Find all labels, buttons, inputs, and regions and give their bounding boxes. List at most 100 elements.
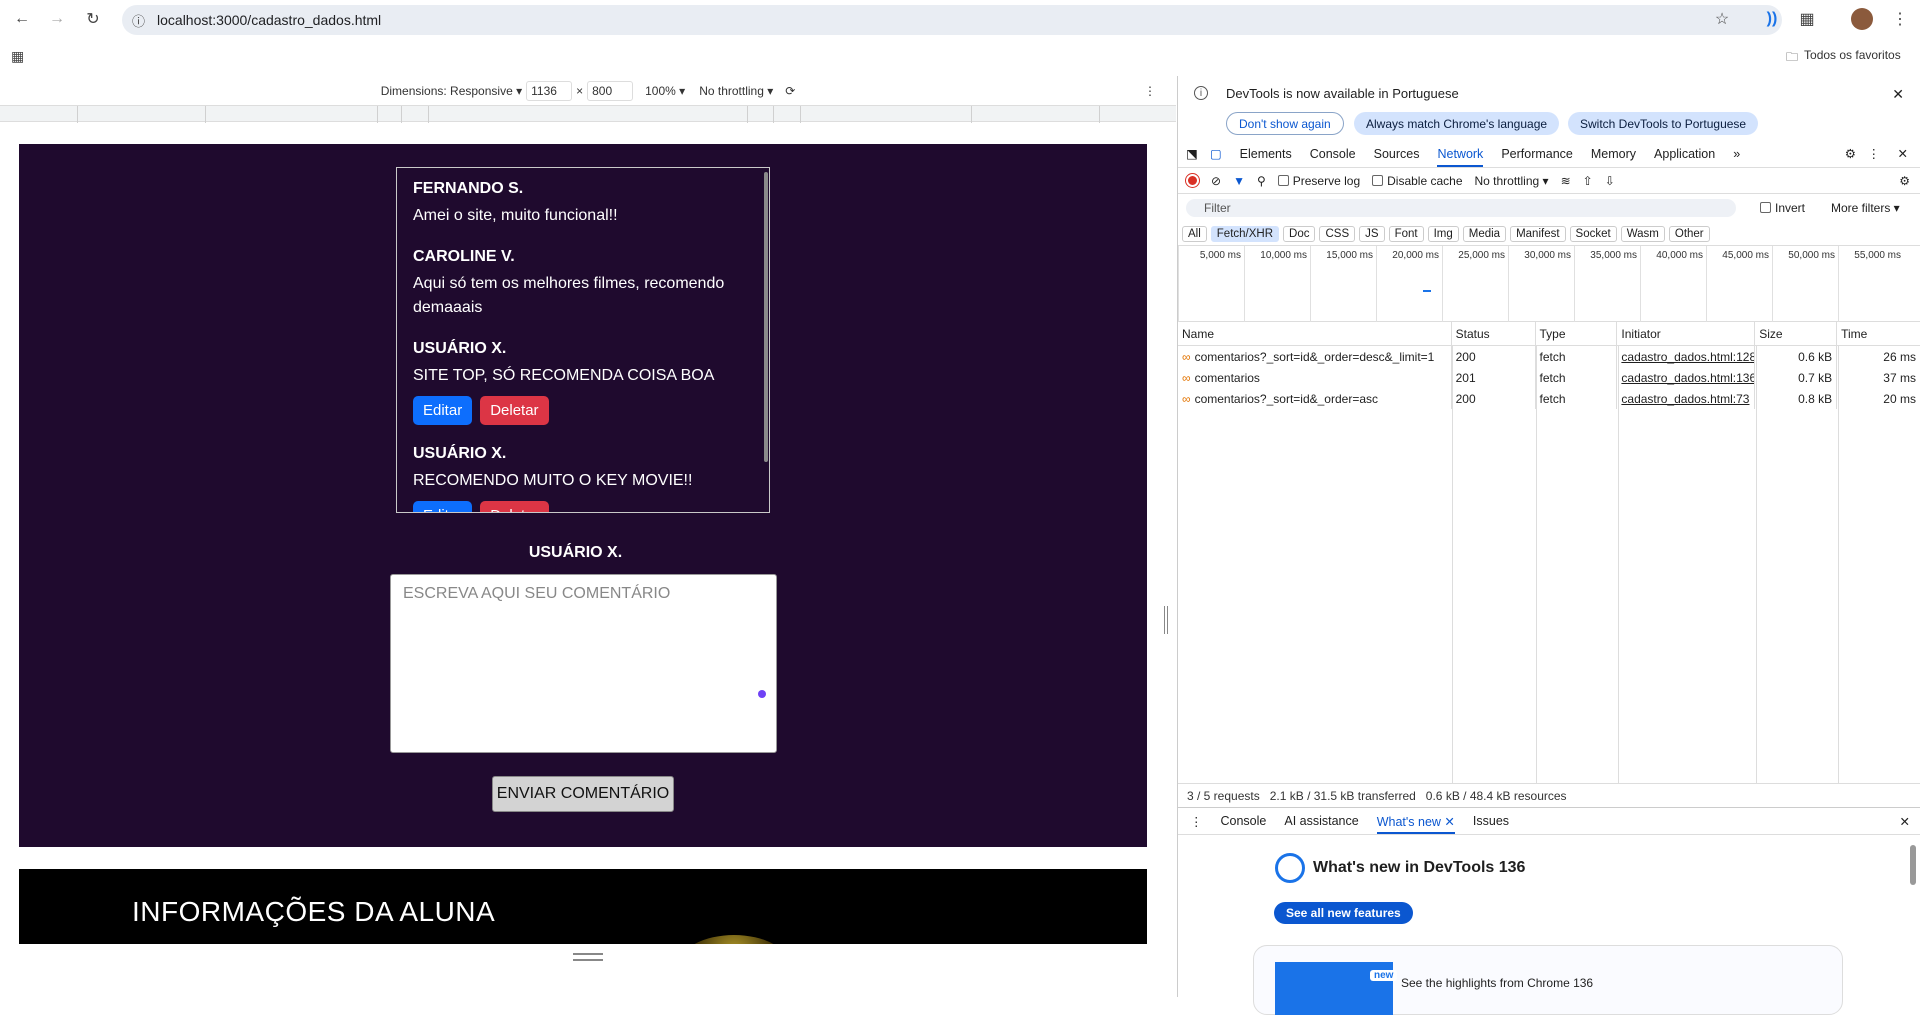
invert-checkbox[interactable]: Invert — [1760, 201, 1805, 215]
back-icon[interactable]: ← — [8, 5, 36, 33]
initiator-link[interactable]: cadastro_dados.html:128 — [1621, 350, 1754, 364]
comments-list[interactable]: FERNANDO S. Amei o site, muito funcional… — [396, 167, 770, 513]
tab-network[interactable]: Network — [1437, 147, 1484, 167]
type-filter-doc[interactable]: Doc — [1283, 225, 1316, 242]
throttle-select[interactable]: No throttling ▾ — [699, 84, 773, 98]
drawer-tab-ai[interactable]: AI assistance — [1284, 814, 1358, 828]
export-icon[interactable]: ⇩ — [1605, 174, 1615, 188]
menu-icon[interactable]: ⋮ — [1886, 5, 1914, 33]
height-input[interactable]: 800 — [587, 80, 634, 101]
see-all-features-button[interactable]: See all new features — [1274, 902, 1413, 924]
drawer-tab-whats-new[interactable]: What's new ✕ — [1376, 814, 1455, 834]
record-icon[interactable] — [1186, 174, 1199, 187]
all-bookmarks[interactable]: 🗀 Todos os favoritos — [1786, 48, 1901, 69]
col-time[interactable]: Time — [1837, 322, 1920, 345]
devtools-menu-icon[interactable]: ⋮ — [1868, 146, 1881, 161]
forward-icon[interactable]: → — [43, 5, 71, 33]
resize-handle[interactable] — [573, 953, 603, 961]
close-drawer-icon[interactable]: ✕ — [1900, 814, 1910, 829]
address-bar[interactable]: ⓘ localhost:3000/cadastro_dados.html — [122, 5, 1782, 35]
col-size[interactable]: Size — [1755, 322, 1838, 345]
col-status[interactable]: Status — [1452, 322, 1536, 345]
type-filter-other[interactable]: Other — [1668, 225, 1710, 242]
type-filter-all[interactable]: All — [1182, 225, 1207, 242]
avatar[interactable] — [1848, 5, 1876, 33]
comment-textarea[interactable]: ESCREVA AQUI SEU COMENTÁRIO — [390, 574, 777, 753]
zoom-select[interactable]: 100% ▾ — [645, 84, 685, 98]
table-row[interactable]: ∞ comentarios?_sort=id&_order=desc&_limit… — [1178, 346, 1920, 367]
col-initiator[interactable]: Initiator — [1617, 322, 1756, 345]
dimensions-select[interactable]: Dimensions: Responsive ▾ — [381, 84, 522, 98]
tab-application[interactable]: Application — [1654, 147, 1715, 161]
device-mode-icon[interactable]: ▢ — [1210, 146, 1222, 161]
rotate-icon[interactable]: ⟳ — [785, 84, 795, 98]
tab-sources[interactable]: Sources — [1374, 147, 1420, 161]
side-resize-handle[interactable] — [1164, 606, 1168, 634]
drawer-menu-icon[interactable]: ⋮ — [1190, 814, 1203, 829]
more-filters[interactable]: More filters ▾ — [1831, 201, 1900, 215]
type-filter-wasm[interactable]: Wasm — [1620, 225, 1665, 242]
import-icon[interactable]: ⇧ — [1583, 174, 1593, 188]
more-tabs-icon[interactable]: » — [1733, 147, 1740, 161]
delete-button[interactable]: Deletar — [480, 501, 549, 512]
send-comment-button[interactable]: ENVIAR COMENTÁRIO — [492, 776, 674, 812]
disable-cache-checkbox[interactable]: Disable cache — [1372, 174, 1463, 188]
close-icon[interactable]: ✕ — [1892, 86, 1904, 103]
table-row[interactable]: ∞ comentarios?_sort=id&_order=asc 200 fet… — [1178, 388, 1920, 409]
device-more-icon[interactable]: ⋮ — [1144, 84, 1156, 98]
type-filter-img[interactable]: Img — [1427, 225, 1459, 242]
network-conditions-icon[interactable]: ≋ — [1561, 174, 1571, 188]
col-type[interactable]: Type — [1536, 322, 1618, 345]
edit-button[interactable]: Editar — [413, 396, 473, 425]
network-settings-icon[interactable]: ⚙ — [1899, 174, 1910, 188]
network-overview[interactable]: 5,000 ms 10,000 ms 15,000 ms 20,000 ms 2… — [1178, 246, 1920, 322]
tab-elements[interactable]: Elements — [1240, 147, 1292, 161]
filter-input[interactable]: Filter — [1186, 199, 1736, 217]
width-input[interactable]: 1136 — [526, 80, 573, 101]
tab-console[interactable]: Console — [1310, 147, 1356, 161]
cast-icon[interactable]: )) — [1758, 5, 1786, 33]
preserve-log-checkbox[interactable]: Preserve log — [1277, 174, 1360, 188]
dont-show-button[interactable]: Don't show again — [1226, 112, 1344, 135]
switch-language-button[interactable]: Switch DevTools to Portuguese — [1568, 112, 1759, 135]
filter-icon[interactable]: ▼ — [1233, 174, 1245, 188]
col-name[interactable]: Name — [1178, 322, 1452, 345]
drawer-tab-issues[interactable]: Issues — [1473, 814, 1509, 828]
site-info-icon[interactable]: ⓘ — [132, 11, 145, 30]
type-filter-font[interactable]: Font — [1388, 225, 1424, 242]
network-throttle-select[interactable]: No throttling ▾ — [1475, 174, 1549, 188]
resources-size: 0.6 kB / 48.4 kB resources — [1425, 788, 1567, 803]
whats-new-title: What's new in DevTools 136 — [1313, 859, 1526, 876]
comments-scrollbar[interactable] — [764, 172, 768, 462]
comment-author: CAROLINE V. — [413, 248, 515, 265]
transferred-size: 2.1 kB / 31.5 kB transferred — [1269, 788, 1416, 803]
type-filter-socket[interactable]: Socket — [1569, 225, 1617, 242]
type-filter-css[interactable]: CSS — [1319, 225, 1356, 242]
close-devtools-icon[interactable]: ✕ — [1898, 146, 1908, 161]
comment-item: FERNANDO S. Amei o site, muito funcional… — [413, 180, 753, 228]
initiator-link[interactable]: cadastro_dados.html:136 — [1621, 371, 1754, 385]
language-banner: i DevTools is now available in Portugues… — [1178, 76, 1920, 140]
settings-icon[interactable]: ⚙ — [1845, 146, 1856, 161]
search-icon[interactable]: ⚲ — [1257, 174, 1266, 188]
clear-icon[interactable]: ⊘ — [1211, 174, 1221, 188]
extensions-icon[interactable]: ▦ — [1793, 5, 1821, 33]
match-language-button[interactable]: Always match Chrome's language — [1354, 112, 1560, 135]
type-filter-js[interactable]: JS — [1359, 225, 1385, 242]
tab-performance[interactable]: Performance — [1501, 147, 1573, 161]
inspect-icon[interactable]: ⬔ — [1186, 146, 1198, 161]
type-filter-manifest[interactable]: Manifest — [1510, 225, 1566, 242]
tab-memory[interactable]: Memory — [1591, 147, 1636, 161]
drawer-tabs: ⋮ Console AI assistance What's new ✕ Iss… — [1178, 807, 1920, 835]
delete-button[interactable]: Deletar — [480, 396, 549, 425]
whats-new-scrollbar[interactable] — [1910, 845, 1916, 885]
initiator-link[interactable]: cadastro_dados.html:73 — [1621, 392, 1749, 406]
drawer-tab-console[interactable]: Console — [1221, 814, 1267, 828]
reload-icon[interactable]: ↻ — [79, 5, 107, 33]
type-filter-media[interactable]: Media — [1462, 225, 1507, 242]
edit-button[interactable]: Editar — [413, 501, 473, 512]
apps-icon[interactable]: ▦ — [11, 48, 24, 65]
table-row[interactable]: ∞ comentarios 201 fetch cadastro_dados.ht… — [1178, 367, 1920, 388]
type-filter-fetch[interactable]: Fetch/XHR — [1210, 225, 1280, 242]
star-icon[interactable]: ☆ — [1708, 5, 1736, 33]
